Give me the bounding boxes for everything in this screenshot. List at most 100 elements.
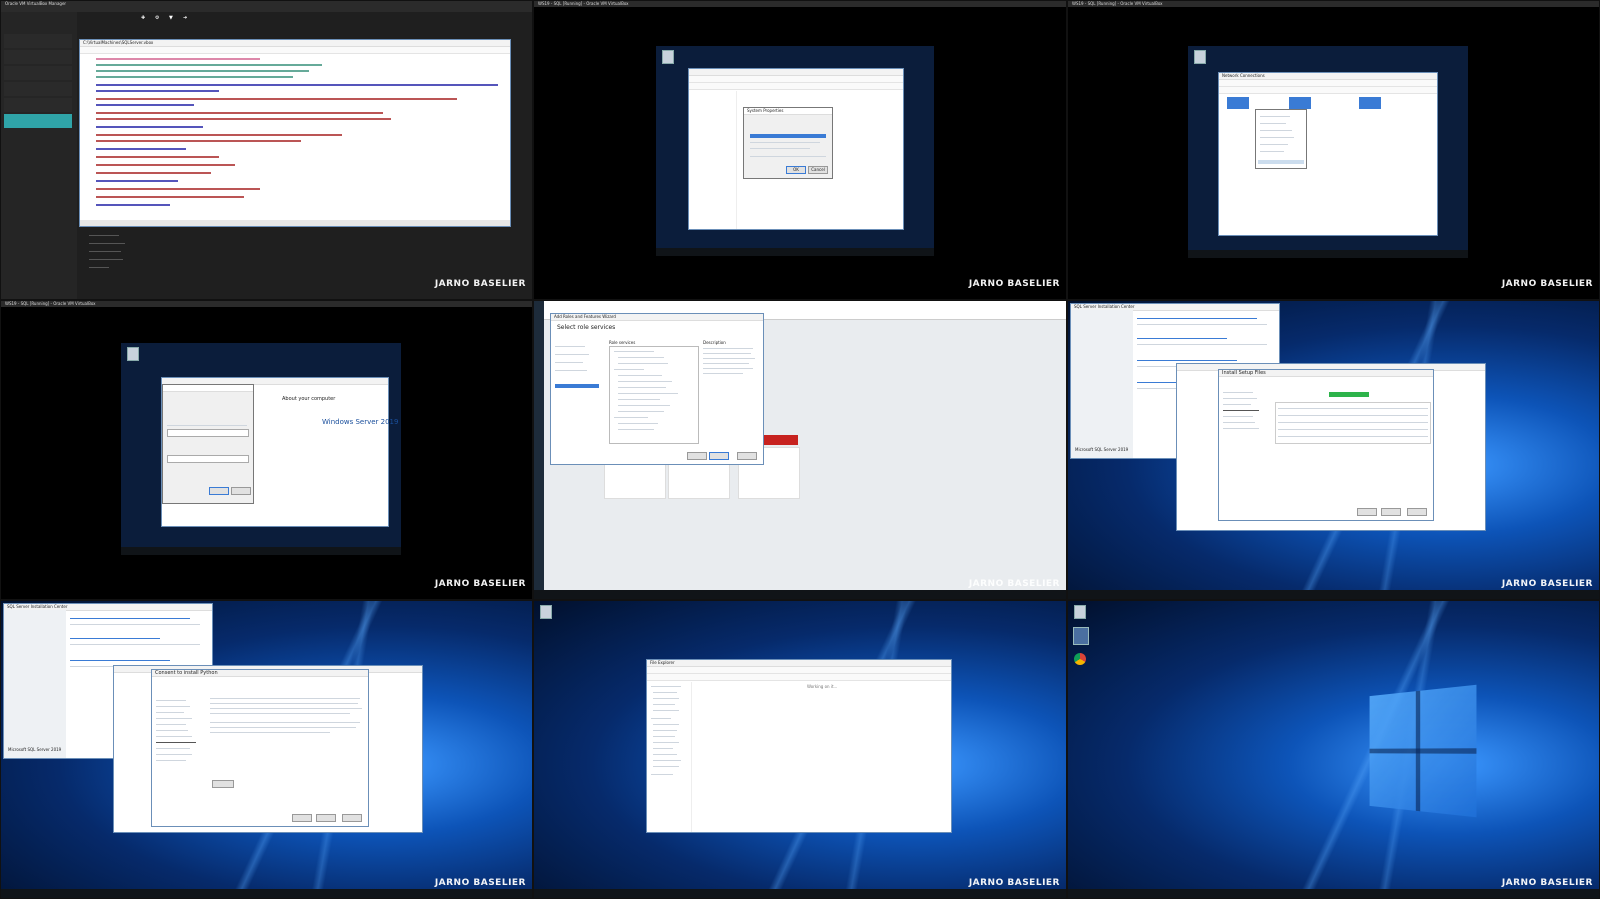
role-services-tree[interactable] xyxy=(609,346,699,444)
vm-title-bar: WS19 - SQL [Running] - Oracle VM Virtual… xyxy=(1068,1,1599,7)
editor-status-bar xyxy=(80,220,510,226)
back-button[interactable] xyxy=(292,814,312,822)
next-button[interactable] xyxy=(1381,508,1401,516)
computer-name-dialog xyxy=(162,384,254,504)
watermark-logo: JARNO BASELIER xyxy=(968,279,1060,289)
vm-taskbar xyxy=(1068,590,1599,599)
editor-title: C:\VirtualMachines\SQLServer.vbox xyxy=(80,40,510,47)
os-name: Windows Server 2019 xyxy=(322,418,399,426)
recycle-bin-icon[interactable] xyxy=(540,605,552,619)
vm-title-bar: WS19 - SQL [Running] - Oracle VM Virtual… xyxy=(534,1,1066,7)
nav-pane xyxy=(689,91,738,229)
vm-taskbar xyxy=(534,889,1066,898)
vm-taskbar xyxy=(1188,250,1468,258)
vm-screen: System Properties OK Cancel xyxy=(656,46,934,256)
next-button[interactable] xyxy=(316,814,336,822)
server-manager-sidebar xyxy=(534,301,544,599)
vm-taskbar xyxy=(656,248,934,256)
domain-input[interactable] xyxy=(167,455,249,463)
cancel-button[interactable]: Cancel xyxy=(808,166,828,174)
computer-name-input[interactable] xyxy=(167,429,249,437)
cell-network-connections: WS19 - SQL [Running] - Oracle VM Virtual… xyxy=(1067,0,1600,300)
chrome-icon[interactable] xyxy=(1074,653,1086,665)
install-setup-files-dialog: Install Setup Files xyxy=(1218,369,1434,521)
nav-pane xyxy=(647,682,692,832)
settings-icon[interactable]: ⚙ xyxy=(155,15,159,21)
sql-management-studio-icon[interactable] xyxy=(1073,627,1089,645)
watermark-logo: JARNO BASELIER xyxy=(968,878,1060,888)
previous-button[interactable] xyxy=(687,452,707,460)
watermark-logo: JARNO BASELIER xyxy=(968,579,1060,589)
installation-center-sidebar: Microsoft SQL Server 2019 xyxy=(4,610,66,758)
back-button[interactable] xyxy=(1357,508,1377,516)
discard-icon[interactable]: ▼ xyxy=(169,15,173,21)
vm-taskbar xyxy=(534,590,1066,599)
editor-toolbar xyxy=(80,47,510,54)
video-thumbnail-grid: Oracle VM VirtualBox Manager ✚ ⚙ ▼ ➜ C:\… xyxy=(0,0,1600,899)
properties-menu-item[interactable] xyxy=(1258,160,1304,164)
role-description xyxy=(703,346,757,416)
watermark-logo: JARNO BASELIER xyxy=(1501,579,1593,589)
accept-button[interactable] xyxy=(212,780,234,788)
setup-task-table xyxy=(1275,402,1431,444)
consent-python-dialog: Consent to install Python xyxy=(151,669,369,827)
network-adapter-icon[interactable] xyxy=(1227,97,1249,109)
loading-status: Working on it... xyxy=(807,684,838,689)
vm-taskbar xyxy=(1,889,532,898)
recycle-bin-icon[interactable] xyxy=(1074,605,1086,619)
vm-taskbar xyxy=(1068,889,1599,898)
vm-list-item[interactable] xyxy=(4,98,72,112)
network-adapter-icon[interactable] xyxy=(1359,97,1381,109)
cancel-button[interactable] xyxy=(1407,508,1427,516)
wizard-heading: Select role services xyxy=(557,324,616,331)
watermark-logo: JARNO BASELIER xyxy=(1501,279,1593,289)
watermark-logo: JARNO BASELIER xyxy=(1501,878,1593,888)
ok-button[interactable] xyxy=(209,487,229,495)
network-adapter-icon[interactable] xyxy=(1289,97,1311,109)
code-area[interactable] xyxy=(96,54,506,218)
xml-editor-window: C:\VirtualMachines\SQLServer.vbox xyxy=(79,39,511,227)
cancel-button[interactable] xyxy=(342,814,362,822)
add-roles-wizard: Add Roles and Features Wizard Select rol… xyxy=(550,313,764,465)
vm-list-item-selected[interactable] xyxy=(4,114,72,128)
download-progress-bar xyxy=(1329,392,1369,397)
explorer-window: System Properties OK Cancel xyxy=(688,68,904,230)
windows-logo xyxy=(1369,684,1477,818)
settings-window: About your computer Windows Server 2019 xyxy=(161,377,398,527)
host-menu-bar xyxy=(1,7,532,12)
cancel-button[interactable] xyxy=(231,487,251,495)
vm-list-item[interactable] xyxy=(4,50,72,64)
cell-virtualbox-manager: Oracle VM VirtualBox Manager ✚ ⚙ ▼ ➜ C:\… xyxy=(0,0,533,300)
new-icon[interactable]: ✚ xyxy=(141,15,145,21)
wizard-steps xyxy=(555,340,601,450)
show-icon[interactable]: ➜ xyxy=(183,15,187,21)
network-connections-window: Network Connections xyxy=(1218,72,1438,236)
ok-button[interactable]: OK xyxy=(786,166,806,174)
recycle-bin-icon[interactable] xyxy=(662,50,674,64)
current-step[interactable] xyxy=(555,384,599,388)
vm-list-sidebar xyxy=(1,12,77,299)
cell-computer-name: WS19 - SQL [Running] - Oracle VM Virtual… xyxy=(0,300,533,600)
next-button[interactable] xyxy=(709,452,729,460)
vm-screen: Network Connections xyxy=(1188,46,1468,258)
recycle-bin-icon[interactable] xyxy=(127,347,139,361)
vm-list-item[interactable] xyxy=(4,66,72,80)
cell-add-roles: Add Roles and Features Wizard Select rol… xyxy=(533,300,1067,600)
cell-desktop: JARNO BASELIER xyxy=(1067,600,1600,899)
cell-install-setup-files: SQL Server Installation Center Microsoft… xyxy=(1067,300,1600,600)
vm-list-item[interactable] xyxy=(4,82,72,96)
folder-tree xyxy=(89,233,149,273)
watermark-logo: JARNO BASELIER xyxy=(434,579,526,589)
cell-consent-python: SQL Server Installation Center Microsoft… xyxy=(0,600,533,899)
vm-list-item[interactable] xyxy=(4,34,72,48)
vm-title-bar: WS19 - SQL [Running] - Oracle VM Virtual… xyxy=(1,301,532,307)
context-menu xyxy=(1255,109,1307,169)
watermark-logo: JARNO BASELIER xyxy=(434,279,526,289)
cell-system-properties: WS19 - SQL [Running] - Oracle VM Virtual… xyxy=(533,0,1067,300)
file-explorer-window: File Explorer Working on it... xyxy=(646,659,952,833)
selected-option[interactable] xyxy=(750,134,826,138)
cancel-button[interactable] xyxy=(737,452,757,460)
recycle-bin-icon[interactable] xyxy=(1194,50,1206,64)
watermark-logo: JARNO BASELIER xyxy=(434,878,526,888)
vm-screen: About your computer Windows Server 2019 xyxy=(121,343,401,555)
